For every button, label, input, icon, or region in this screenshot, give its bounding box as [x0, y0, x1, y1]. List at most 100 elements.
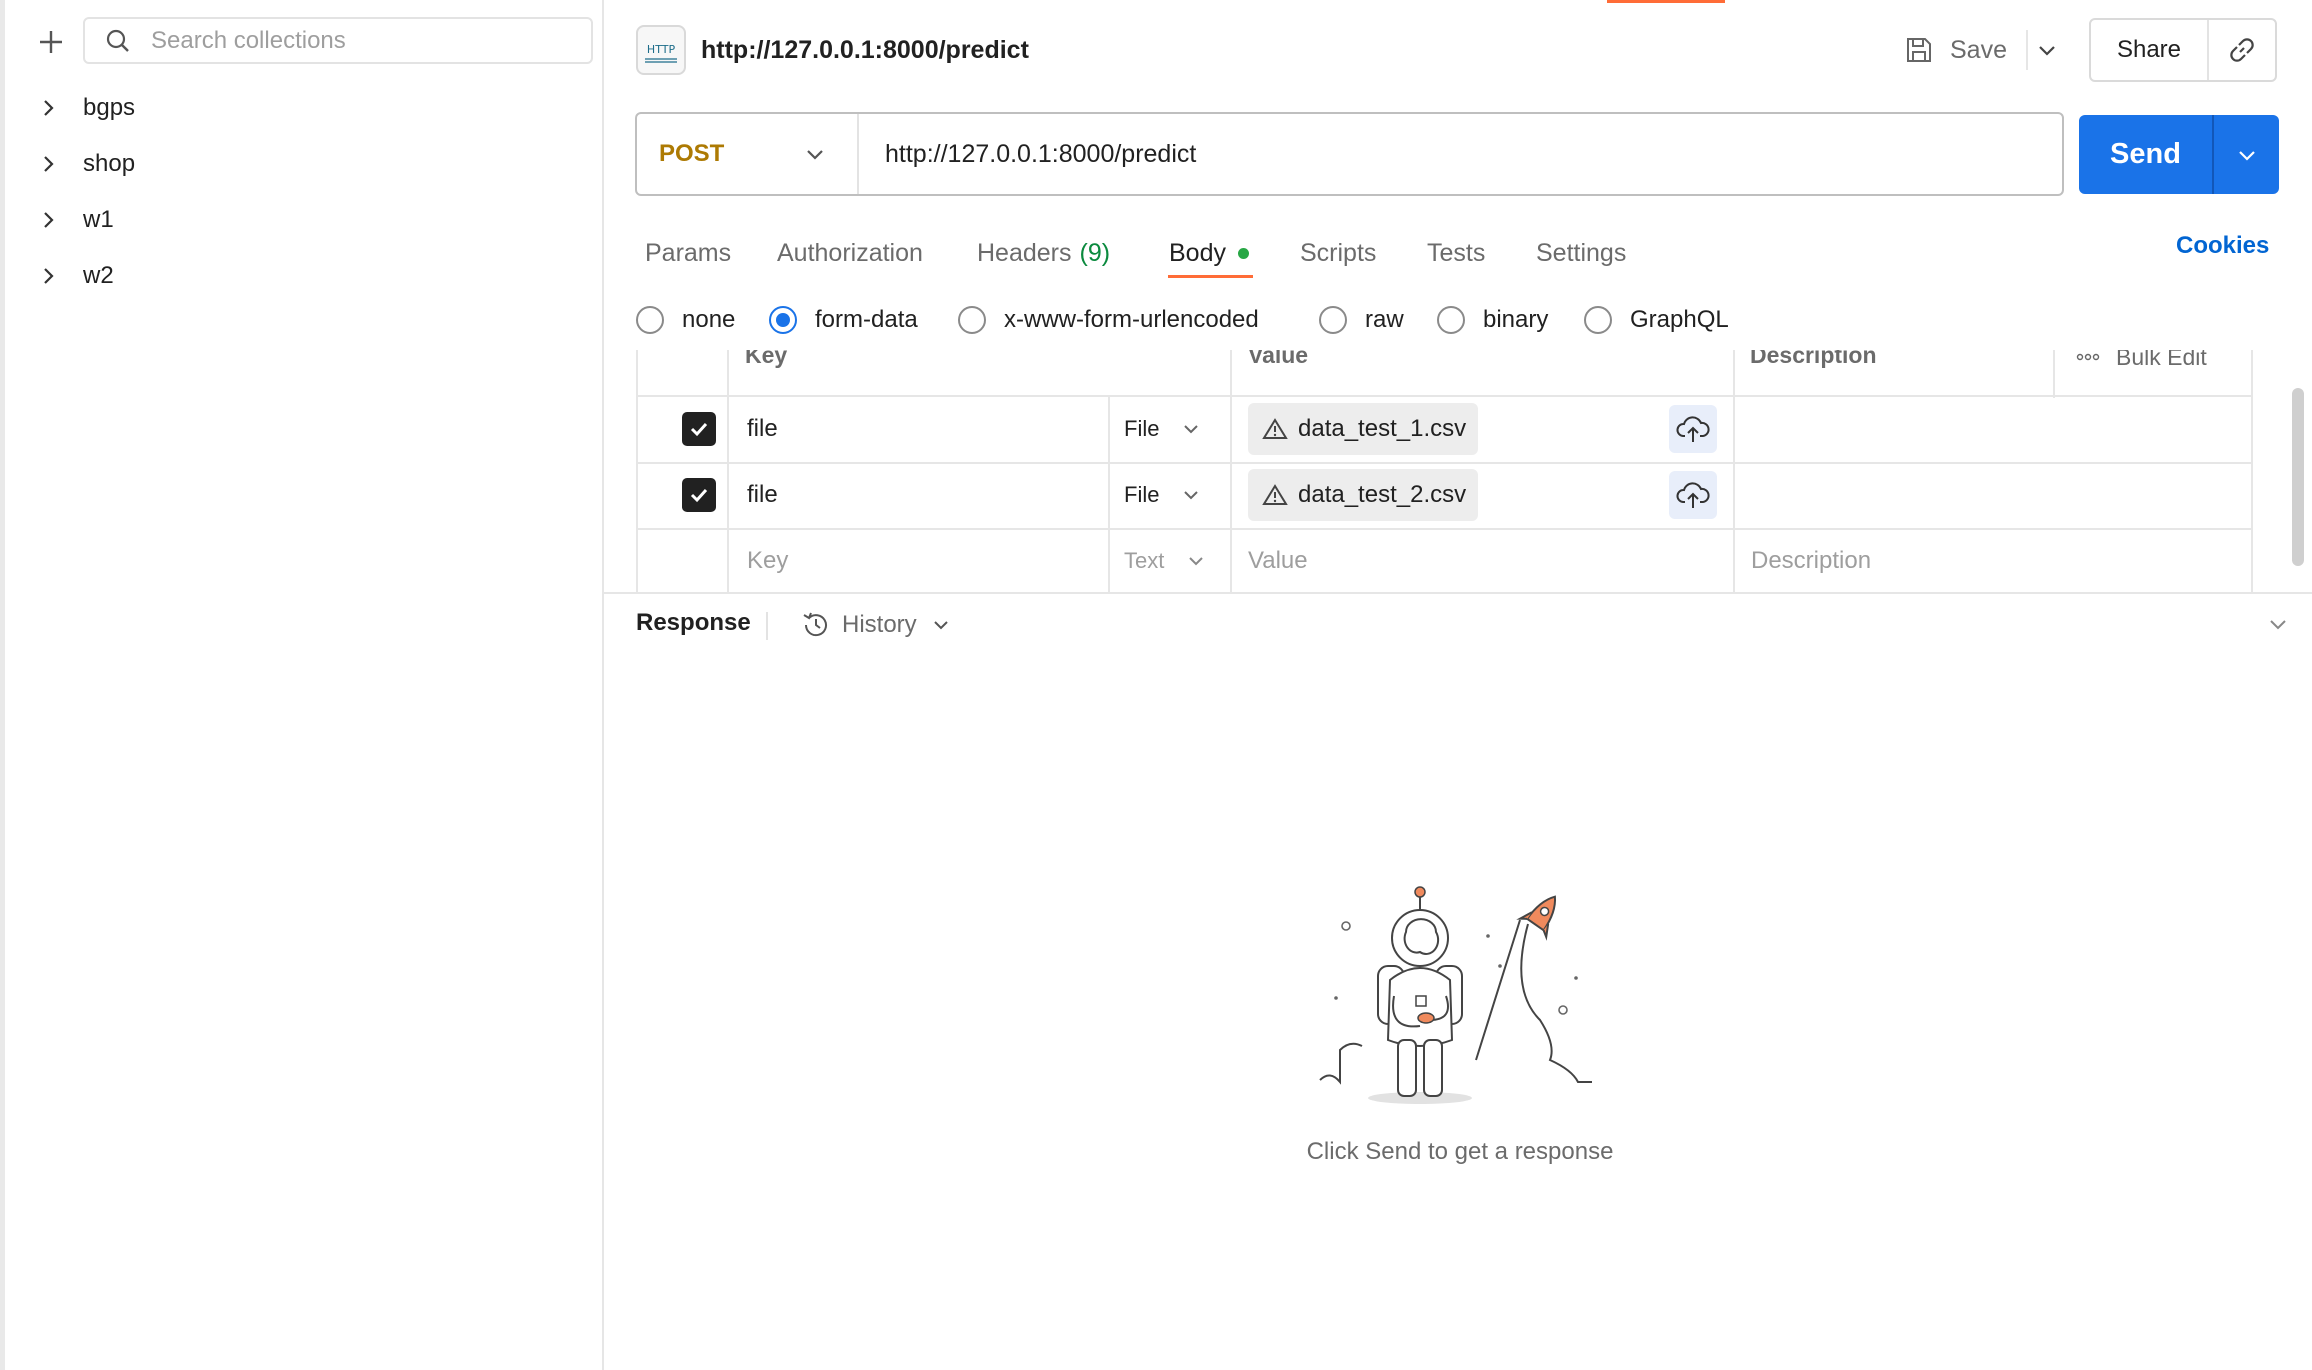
- tab-headers[interactable]: Headers (9): [977, 228, 1110, 278]
- new-description-input[interactable]: Description: [1751, 546, 1871, 576]
- save-button[interactable]: Save: [1904, 28, 2007, 72]
- save-icon: [1907, 38, 1931, 62]
- share-group: Share: [2089, 18, 2277, 82]
- body-type-binary[interactable]: binary: [1437, 302, 1548, 338]
- table-border: [727, 350, 729, 592]
- tab-settings[interactable]: Settings: [1536, 228, 1626, 278]
- chevron-down-icon: [2039, 46, 2055, 56]
- active-tab-indicator: [1607, 0, 1725, 3]
- bulk-edit-link[interactable]: Bulk Edit: [2116, 350, 2207, 371]
- cloud-upload-icon: [1676, 416, 1710, 442]
- file-name: data_test_1.csv: [1298, 415, 1467, 442]
- tab-label: Settings: [1536, 238, 1627, 267]
- tab-label: Authorization: [777, 238, 923, 267]
- cookies-link[interactable]: Cookies: [2176, 232, 2269, 260]
- chevron-right-icon: [44, 156, 54, 172]
- new-value-input[interactable]: Value: [1248, 546, 1308, 576]
- table-border: [2053, 350, 2055, 398]
- history-icon: [803, 612, 827, 637]
- chevron-down-icon: [1184, 491, 1199, 500]
- row-checkbox[interactable]: [682, 412, 716, 446]
- astronaut-rocket-illustration: [1310, 870, 1610, 1110]
- table-border: [636, 528, 2253, 530]
- response-divider[interactable]: [604, 592, 2312, 594]
- body-type-graphql[interactable]: GraphQL: [1584, 302, 1729, 338]
- type-select[interactable]: File: [1124, 480, 1201, 510]
- file-chip[interactable]: data_test_2.csv: [1248, 469, 1479, 521]
- file-name: data_test_2.csv: [1298, 481, 1467, 508]
- chevron-right-icon: [44, 212, 54, 228]
- check-icon: [690, 488, 708, 503]
- collapse-response-button[interactable]: [2266, 612, 2290, 636]
- tab-tests[interactable]: Tests: [1427, 228, 1485, 278]
- type-label: File: [1124, 482, 1160, 507]
- method-select[interactable]: POST: [637, 114, 859, 194]
- radio-label: form-data: [815, 306, 918, 333]
- radio-label: GraphQL: [1630, 306, 1729, 333]
- url-input[interactable]: http://127.0.0.1:8000/predict: [859, 140, 2062, 169]
- tab-label: Tests: [1427, 238, 1486, 267]
- column-header-key: Key: [745, 350, 788, 368]
- checkbox-checked: [682, 412, 716, 446]
- body-modified-indicator: [1237, 247, 1249, 259]
- send-options-button[interactable]: [2214, 115, 2279, 194]
- send-button[interactable]: Send: [2079, 115, 2214, 194]
- link-icon: [2230, 38, 2254, 62]
- radio-circle: [769, 306, 797, 334]
- radio-circle: [636, 306, 664, 334]
- upload-file-button[interactable]: [1669, 405, 1717, 453]
- response-title: Response: [636, 609, 751, 636]
- history-button[interactable]: History: [800, 606, 951, 644]
- history-label: History: [842, 611, 917, 638]
- radio-circle: [1437, 306, 1465, 334]
- plus-icon: [40, 31, 62, 53]
- table-border: [636, 395, 2253, 397]
- type-label: File: [1124, 416, 1160, 441]
- search-collections[interactable]: [83, 17, 593, 64]
- chevron-down-icon: [2270, 620, 2286, 630]
- collection-label: w2: [83, 262, 114, 289]
- new-type-select[interactable]: Text: [1124, 546, 1206, 576]
- url-bar: POST http://127.0.0.1:8000/predict: [635, 112, 2064, 196]
- new-collection-button[interactable]: [31, 22, 71, 62]
- collection-item-bgps[interactable]: bgps: [35, 83, 595, 133]
- file-chip[interactable]: data_test_1.csv: [1248, 403, 1479, 455]
- key-cell[interactable]: file: [747, 414, 778, 444]
- upload-file-button[interactable]: [1669, 471, 1717, 519]
- scrollbar[interactable]: [2292, 388, 2304, 566]
- tab-body[interactable]: Body: [1169, 228, 1249, 278]
- share-button[interactable]: Share: [2091, 20, 2209, 80]
- chevron-down-icon: [1189, 557, 1204, 566]
- tab-underline: [1168, 275, 1253, 278]
- search-input[interactable]: [149, 25, 569, 56]
- save-options-button[interactable]: [2026, 30, 2066, 70]
- new-key-input[interactable]: Key: [747, 546, 788, 576]
- empty-response-message: Click Send to get a response: [1306, 1138, 1614, 1165]
- tab-scripts[interactable]: Scripts: [1300, 228, 1376, 278]
- collection-item-shop[interactable]: shop: [35, 139, 595, 189]
- tab-label: Scripts: [1300, 238, 1377, 267]
- row-checkbox[interactable]: [682, 478, 716, 512]
- form-data-table: Key Value Description Bulk Edit file Fil…: [636, 350, 2253, 592]
- collection-item-w2[interactable]: w2: [35, 251, 595, 301]
- tab-authorization[interactable]: Authorization: [777, 228, 923, 278]
- collection-label: w1: [83, 206, 114, 233]
- bulk-edit-area: Bulk Edit: [2076, 350, 2207, 372]
- body-type-none[interactable]: none: [636, 302, 735, 338]
- key-cell[interactable]: file: [747, 480, 778, 510]
- tab-params[interactable]: Params: [645, 228, 731, 278]
- radio-label: x-www-form-urlencoded: [1004, 306, 1259, 333]
- table-border: [636, 462, 2253, 464]
- table-border: [1733, 350, 1735, 592]
- column-header-value: Value: [1248, 350, 1309, 368]
- body-type-raw[interactable]: raw: [1319, 302, 1404, 338]
- more-options-icon[interactable]: [2076, 352, 2100, 362]
- type-select[interactable]: File: [1124, 414, 1201, 444]
- check-icon: [690, 422, 708, 437]
- body-type-form-data[interactable]: form-data: [769, 302, 918, 338]
- collection-item-w1[interactable]: w1: [35, 195, 595, 245]
- request-header: HTTP http://127.0.0.1:8000/predict: [636, 22, 1029, 78]
- body-type-urlencoded[interactable]: x-www-form-urlencoded: [958, 302, 1259, 338]
- save-label: Save: [1950, 35, 2007, 64]
- copy-link-button[interactable]: [2209, 20, 2275, 80]
